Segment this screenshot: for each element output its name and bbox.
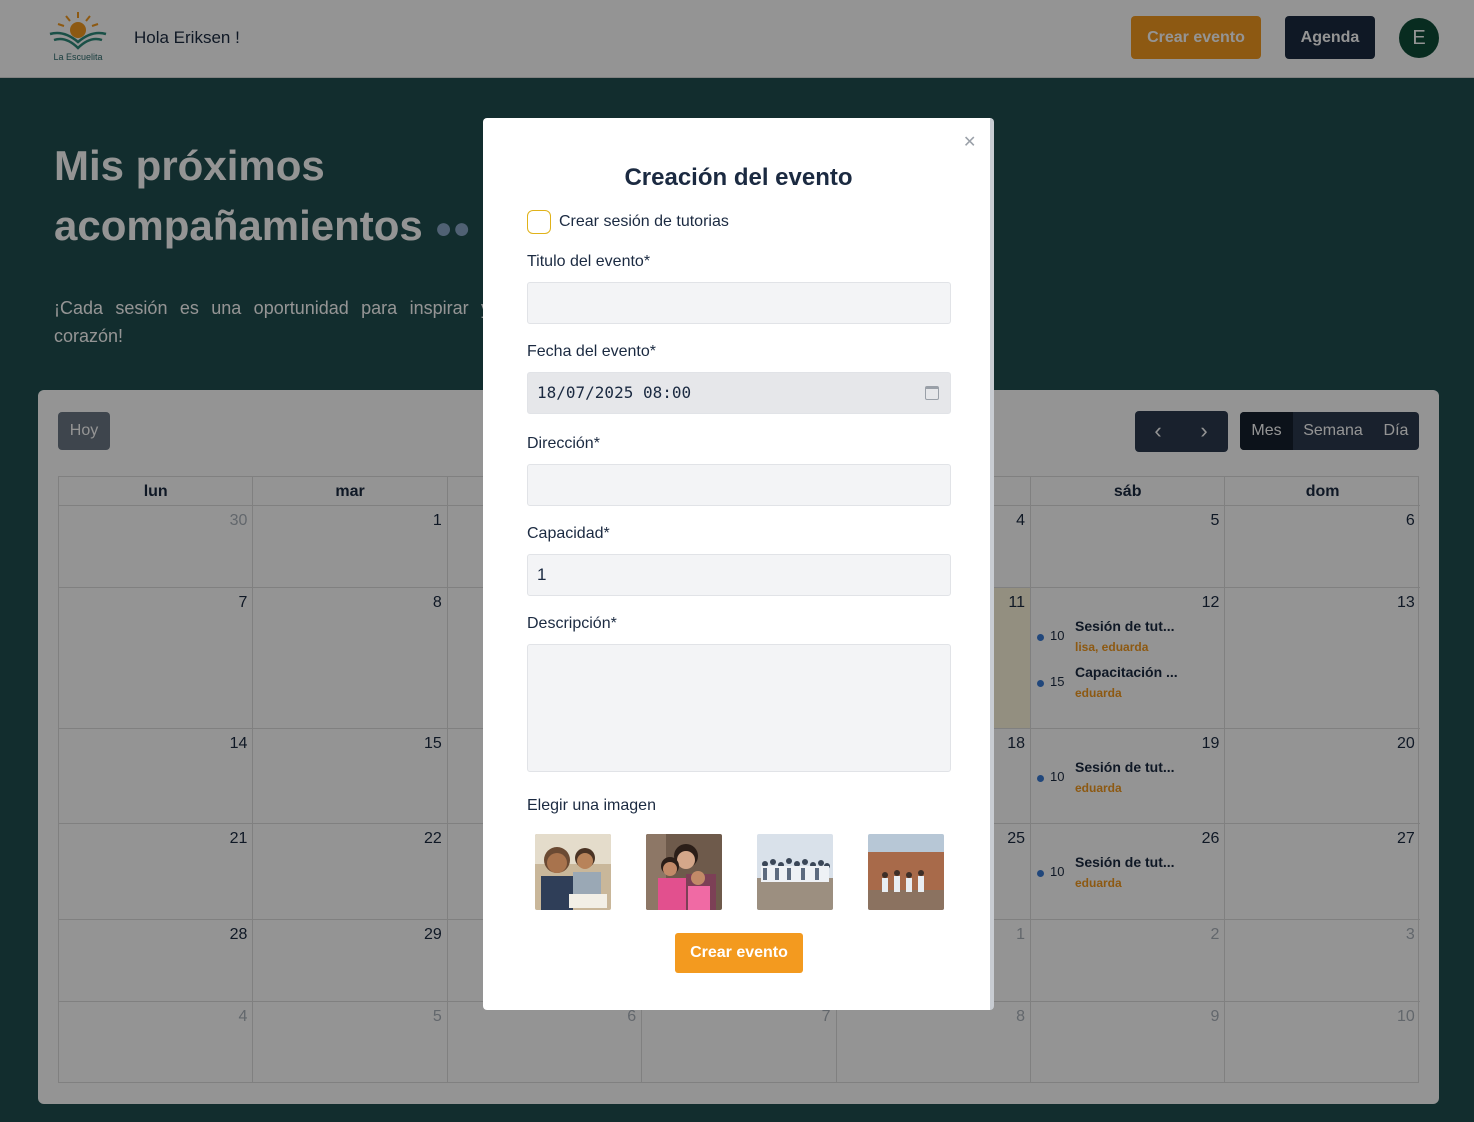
photo-group-wall-icon bbox=[868, 834, 944, 910]
image-option-girls-hugging[interactable] bbox=[646, 834, 722, 910]
address-label: Dirección* bbox=[527, 435, 600, 452]
tutoring-session-checkbox[interactable] bbox=[527, 210, 551, 234]
description-label: Descripción* bbox=[527, 615, 617, 632]
event-title-input[interactable] bbox=[527, 282, 951, 324]
photo-children-icon bbox=[535, 834, 611, 910]
capacity-input[interactable]: 1 bbox=[527, 554, 951, 596]
image-option-group-wall[interactable] bbox=[868, 834, 944, 910]
image-picker-label: Elegir una imagen bbox=[527, 797, 656, 814]
close-icon[interactable]: ✕ bbox=[963, 132, 976, 152]
image-option-children-classroom[interactable] bbox=[535, 834, 611, 910]
image-option-group-outdoors[interactable] bbox=[757, 834, 833, 910]
event-title-label: Titulo del evento* bbox=[527, 253, 651, 270]
tutoring-session-label: Crear sesión de tutorias bbox=[559, 213, 729, 230]
submit-create-event-button[interactable]: Crear evento bbox=[675, 933, 803, 973]
address-input[interactable] bbox=[527, 464, 951, 506]
modal-title: Creación del evento bbox=[624, 164, 853, 191]
photo-girls-icon bbox=[646, 834, 722, 910]
description-textarea[interactable] bbox=[527, 644, 951, 772]
event-date-value: 18/07/2025 08:00 bbox=[537, 383, 692, 402]
calendar-icon[interactable] bbox=[925, 386, 939, 400]
create-event-modal: ✕ Creación del evento Crear sesión de tu… bbox=[483, 118, 994, 1010]
capacity-label: Capacidad* bbox=[527, 525, 610, 542]
photo-group-outdoors-icon bbox=[757, 834, 833, 910]
event-date-label: Fecha del evento* bbox=[527, 343, 656, 360]
event-date-input[interactable]: 18/07/2025 08:00 bbox=[527, 372, 951, 414]
